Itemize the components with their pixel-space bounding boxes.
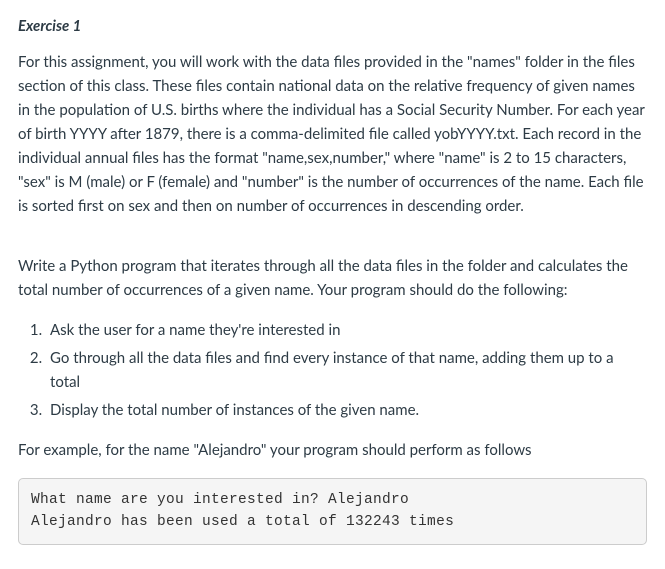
task-paragraph: Write a Python program that iterates thr… [18, 254, 647, 302]
exercise-heading: Exercise 1 [18, 14, 647, 38]
step-item: Display the total number of instances of… [46, 398, 647, 422]
example-intro: For example, for the name "Alejandro" yo… [18, 438, 647, 462]
steps-list: Ask the user for a name they're interest… [18, 318, 647, 422]
intro-paragraph: For this assignment, you will work with … [18, 50, 647, 218]
step-item: Ask the user for a name they're interest… [46, 318, 647, 342]
step-item: Go through all the data files and find e… [46, 346, 647, 394]
code-output-block: What name are you interested in? Alejand… [18, 478, 647, 545]
